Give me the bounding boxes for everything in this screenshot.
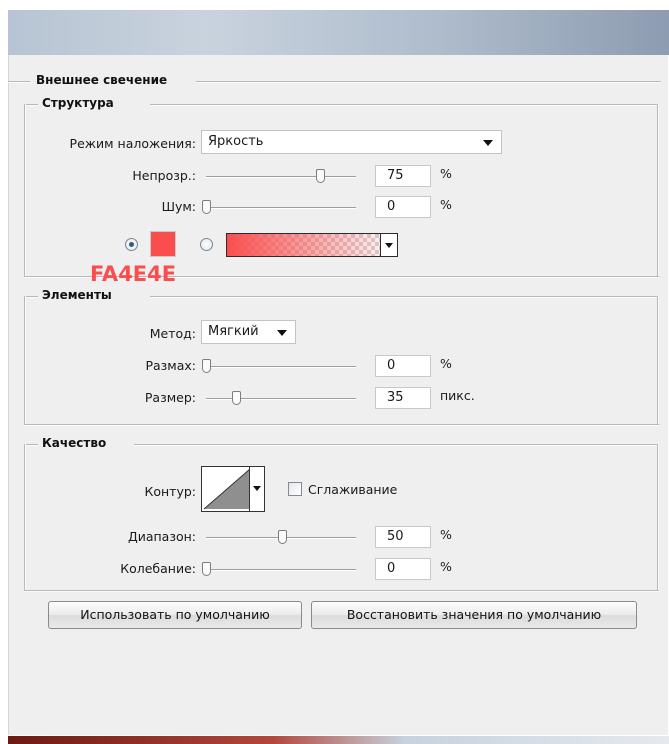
opacity-slider-thumb[interactable] — [316, 169, 325, 183]
spread-input[interactable]: 0 — [375, 355, 431, 377]
blend-mode-select[interactable]: Яркость — [201, 130, 502, 154]
window-titlebar — [8, 10, 669, 55]
elements-border-top — [150, 296, 658, 298]
opacity-unit: % — [440, 166, 452, 181]
size-slider-track[interactable] — [206, 398, 356, 400]
spread-slider-track[interactable] — [206, 366, 356, 368]
opacity-slider-track[interactable] — [206, 176, 356, 178]
structure-border-top — [24, 104, 38, 106]
blend-mode-value: Яркость — [208, 134, 264, 149]
quality-border-bottom — [24, 590, 659, 592]
size-input[interactable]: 35 — [375, 387, 431, 409]
structure-border-right — [657, 104, 659, 276]
chevron-down-icon — [277, 330, 287, 336]
noise-unit: % — [440, 197, 452, 212]
glow-color-swatch[interactable] — [150, 231, 176, 257]
gradient-picker[interactable] — [226, 233, 398, 257]
antialias-label: Сглаживание — [308, 482, 398, 497]
range-input[interactable]: 50 — [375, 526, 431, 548]
group-border — [8, 81, 30, 83]
noise-label: Шум: — [161, 199, 196, 214]
elements-border-bottom — [24, 424, 659, 426]
window-bottom-edge — [8, 736, 669, 744]
structure-title: Структура — [38, 96, 118, 110]
jitter-label: Колебание: — [120, 561, 196, 576]
solid-color-radio[interactable] — [125, 238, 138, 251]
structure-border-top — [150, 104, 658, 106]
spread-label: Размах: — [145, 358, 196, 373]
blend-mode-label: Режим наложения: — [69, 136, 196, 151]
color-hex-annotation: FA4E4E — [90, 262, 177, 286]
chevron-down-icon — [483, 140, 493, 146]
contour-picker[interactable] — [201, 466, 265, 512]
method-select[interactable]: Мягкий — [201, 320, 296, 344]
size-unit: пикс. — [440, 388, 475, 403]
quality-title: Качество — [38, 436, 111, 450]
elements-border-top — [24, 296, 38, 298]
contour-linear-icon — [203, 468, 251, 510]
spread-unit: % — [440, 356, 452, 371]
chevron-down-icon[interactable] — [249, 467, 264, 511]
jitter-unit: % — [440, 559, 452, 574]
range-label: Диапазон: — [127, 529, 196, 544]
elements-title: Элементы — [38, 288, 116, 302]
jitter-slider-track[interactable] — [206, 569, 356, 571]
quality-border-right — [657, 444, 659, 590]
size-slider-thumb[interactable] — [232, 391, 241, 405]
quality-border-top — [24, 444, 38, 446]
reset-default-button[interactable]: Восстановить значения по умолчанию — [311, 601, 637, 629]
gradient-radio[interactable] — [200, 238, 213, 251]
noise-input[interactable]: 0 — [375, 196, 431, 218]
chevron-down-icon[interactable] — [380, 234, 397, 256]
method-value: Мягкий — [208, 324, 259, 339]
range-slider-thumb[interactable] — [278, 530, 287, 544]
size-label: Размер: — [144, 390, 196, 405]
contour-label: Контур: — [144, 484, 196, 499]
spread-slider-thumb[interactable] — [202, 359, 211, 373]
jitter-slider-thumb[interactable] — [202, 562, 211, 576]
dialog-title: Внешнее свечение — [32, 73, 172, 87]
range-unit: % — [440, 527, 452, 542]
jitter-input[interactable]: 0 — [375, 558, 431, 580]
opacity-input[interactable]: 75 — [375, 165, 431, 187]
opacity-label: Непрозр.: — [132, 168, 196, 183]
elements-border-right — [657, 296, 659, 424]
noise-slider-track[interactable] — [206, 207, 356, 209]
quality-border-top — [134, 444, 658, 446]
structure-border-left — [24, 104, 26, 276]
method-label: Метод: — [149, 326, 196, 341]
antialias-checkbox[interactable] — [288, 482, 302, 496]
group-border — [196, 81, 661, 83]
make-default-button[interactable]: Использовать по умолчанию — [48, 601, 302, 629]
noise-slider-thumb[interactable] — [202, 200, 211, 214]
